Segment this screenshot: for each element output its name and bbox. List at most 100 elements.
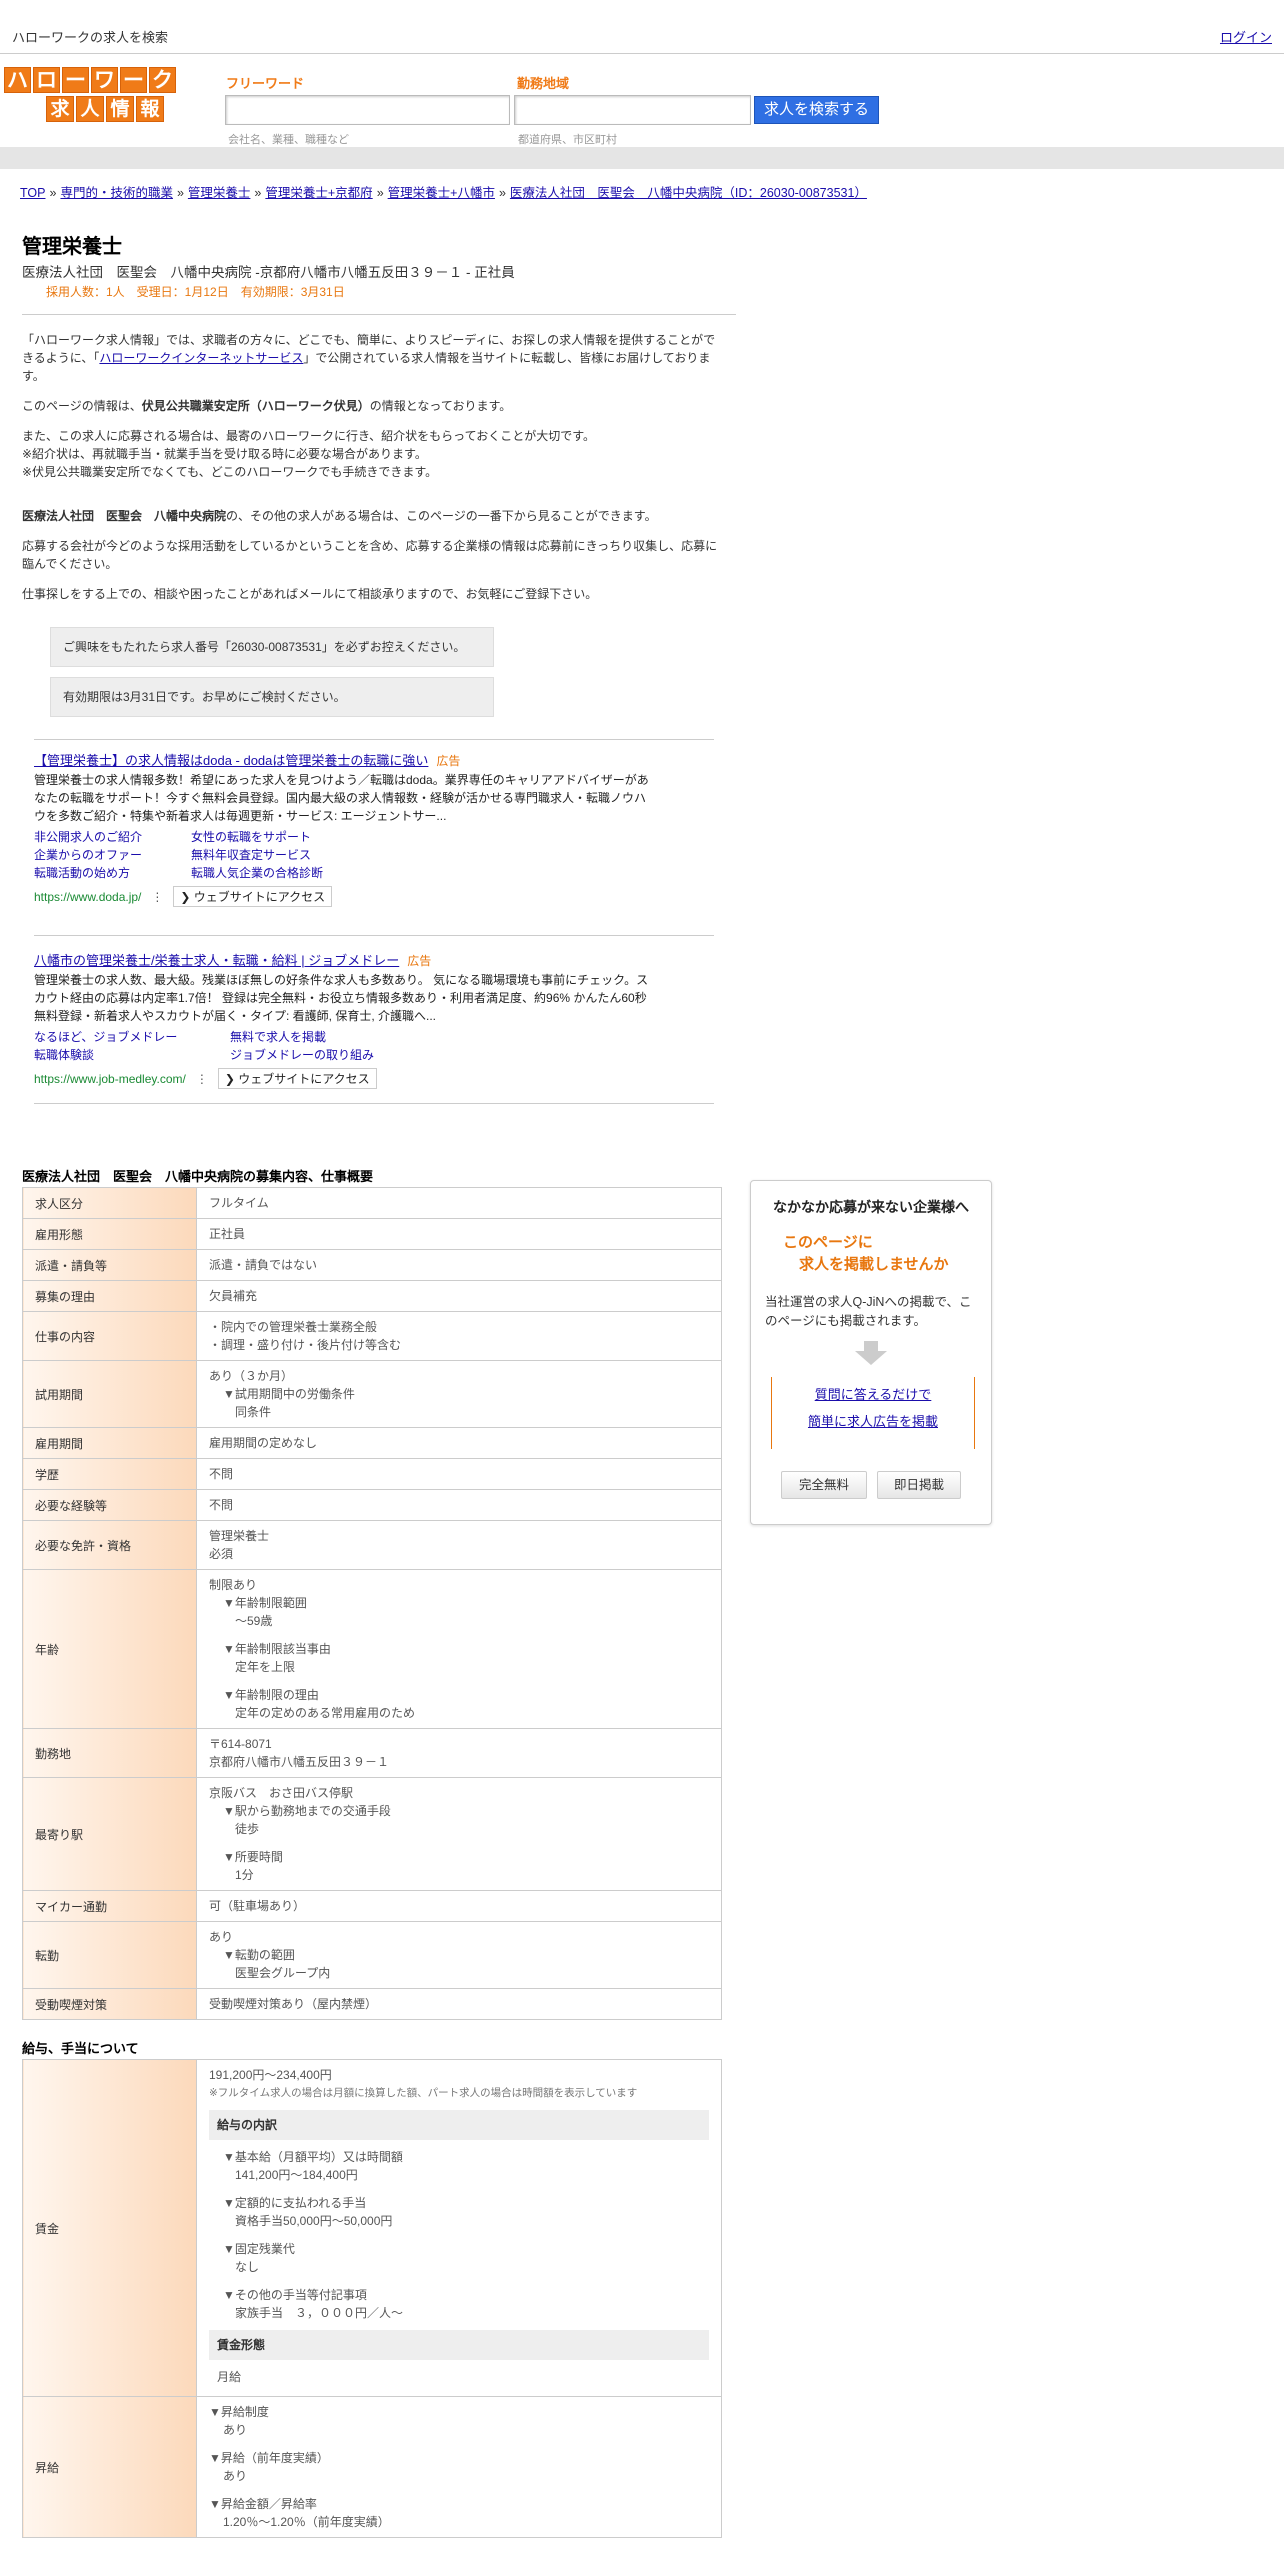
ad-url[interactable]: https://www.job-medley.com/ <box>34 1072 186 1086</box>
sidebox-description: 当社運営の求人Q-JiNへの掲載で、このページにも掲載されます。 <box>765 1295 972 1328</box>
value-line: 1分 <box>235 1868 254 1882</box>
row-label: 受動喫煙対策 <box>22 1988 197 2020</box>
row-label: 雇用形態 <box>22 1218 197 1250</box>
wage-form-value: 月給 <box>217 2370 242 2384</box>
value-line: ▼昇給制度 <box>209 2405 269 2419</box>
freeword-label: フリーワード <box>226 76 305 91</box>
ad-sitelink[interactable]: 転職人気企業の合格診断 <box>191 864 391 882</box>
breadcrumb-occupation[interactable]: 管理栄養士 <box>188 186 251 200</box>
wage-form-title: 賃金形態 <box>209 2330 709 2360</box>
ad-sitelink[interactable]: 非公開求人のご紹介 <box>34 828 191 846</box>
visit-website-button[interactable]: ❯ ウェブサイトにアクセス <box>173 886 333 907</box>
value-line: ▼試用期間中の労働条件 <box>223 1387 355 1401</box>
value-line: 管理栄養士 <box>209 1529 270 1543</box>
post-ad-link[interactable]: 簡単に求人広告を掲載 <box>772 1408 974 1435</box>
job-meta: 採用人数：1人 受理日：1月12日 有効期限：3月31日 <box>22 283 736 315</box>
value-line: ▼基本給（月額平均）又は時間額 <box>223 2150 403 2164</box>
value-line: 〜59歳 <box>235 1614 273 1628</box>
table-row: 雇用期間 雇用期間の定めなし <box>22 1427 722 1459</box>
ad-title-link[interactable]: 【管理栄養士】の求人情報はdoda - dodaは管理栄養士の転職に強い <box>34 753 428 768</box>
search-button[interactable]: 求人を検索する <box>754 96 879 124</box>
login-link[interactable]: ログイン <box>1220 27 1272 46</box>
sidebox-links: 質問に答えるだけで 簡単に求人広告を掲載 <box>771 1377 975 1449</box>
table-row: 派遣・請負等 派遣・請負ではない <box>22 1249 722 1281</box>
breadcrumb-category[interactable]: 専門的・技術的職業 <box>60 186 173 200</box>
answer-questions-link[interactable]: 質問に答えるだけで <box>772 1377 974 1408</box>
same-day-button[interactable]: 即日掲載 <box>877 1471 961 1499</box>
value-line: ▼その他の手当等付記事項 <box>223 2288 367 2302</box>
ad-url[interactable]: https://www.doda.jp/ <box>34 890 141 904</box>
ad-block: 【管理栄養士】の求人情報はdoda - dodaは管理栄養士の転職に強い 広告 管… <box>34 739 714 921</box>
value-line: 1.20％〜1.20％（前年度実績） <box>223 2515 390 2529</box>
row-label: 雇用期間 <box>22 1427 197 1459</box>
ad-sitelink[interactable]: なるほど、ジョブメドレー <box>34 1028 230 1046</box>
row-label: 賃金 <box>22 2059 197 2397</box>
breadcrumb-prefecture[interactable]: 管理栄養士+京都府 <box>265 186 372 200</box>
breadcrumb-current[interactable]: 医療法人社団 医聖会 八幡中央病院（ID：26030-00873531） <box>510 186 867 200</box>
table-row: 勤務地 〒614-8071 京都府八幡市八幡五反田３９－１ <box>22 1728 722 1778</box>
logo-char: 情 <box>106 96 134 122</box>
row-label: 昇給 <box>22 2396 197 2538</box>
job-company: 医療法人社団 医聖会 八幡中央病院 -京都府八幡市八幡五反田３９－１ - 正社員 <box>22 265 515 280</box>
area-input[interactable] <box>514 95 751 125</box>
ad-sitelink[interactable]: 転職活動の始め方 <box>34 864 191 882</box>
ad-block: 八幡市の管理栄養士/栄養士求人・転職・給料 | ジョブメドレー 広告 管理栄養士の… <box>34 935 714 1103</box>
table-row: 試用期間 あり（３か月） ▼試用期間中の労働条件 同条件 <box>22 1360 722 1428</box>
job-overview-table: 求人区分 フルタイム 雇用形態 正社員 派遣・請負等 派遣・請負ではない 募集の理由欠… <box>22 1187 722 2020</box>
breadcrumb-top[interactable]: TOP <box>20 186 45 200</box>
row-label: 学歴 <box>22 1458 197 1490</box>
main-content: 管理栄養士 医療法人社団 医聖会 八幡中央病院 -京都府八幡市八幡五反田３９－１… <box>22 230 736 2538</box>
ad-tag: 広告 <box>436 754 461 768</box>
row-value: 管理栄養士 必須 <box>196 1520 722 1570</box>
company-name-bold: 医療法人社団 医聖会 八幡中央病院 <box>22 509 227 523</box>
visit-website-button[interactable]: ❯ ウェブサイトにアクセス <box>217 1068 377 1089</box>
hellowork-logo[interactable]: ハ ロ ー ワ ー ク 求 人 情 報 <box>4 67 180 125</box>
section-job-overview-title: 医療法人社団 医聖会 八幡中央病院の募集内容、仕事概要 <box>22 1169 374 1184</box>
table-row: 学歴 不問 <box>22 1458 722 1490</box>
value-line: 制限あり <box>209 1578 258 1592</box>
value-line: ▼年齢制限の理由 <box>223 1688 319 1702</box>
ad-sitelink[interactable]: 無料で求人を掲載 <box>230 1028 430 1046</box>
advertise-sidebox: なかなか応募が来ない企業様へ このページに 求人を掲載しませんか 当社運営の求人… <box>750 1180 992 1525</box>
row-label: 仕事の内容 <box>22 1311 197 1361</box>
row-value: 京阪バス おさ田バス停駅 ▼駅から勤務地までの交通手段 徒歩 ▼所要時間 1分 <box>196 1777 722 1891</box>
row-value: 191,200円〜234,400円 ※フルタイム求人の場合は月額に換算した額、パ… <box>196 2059 722 2397</box>
more-options-icon[interactable]: ⋮ <box>151 890 163 904</box>
freeword-input[interactable] <box>225 95 510 125</box>
value-line: ▼昇給金額／昇給率 <box>209 2497 317 2511</box>
value-line: ▼駅から勤務地までの交通手段 <box>223 1804 391 1818</box>
free-button[interactable]: 完全無料 <box>781 1471 867 1499</box>
value-line: あり <box>223 2469 248 2483</box>
logo-char: ハ <box>4 67 31 93</box>
ad-sitelink[interactable]: 転職体験談 <box>34 1046 230 1064</box>
header-divider <box>0 147 1284 169</box>
breadcrumb-city[interactable]: 管理栄養士+八幡市 <box>388 186 495 200</box>
table-row: 求人区分 フルタイム <box>22 1187 722 1219</box>
ad-sitelinks: なるほど、ジョブメドレー 無料で求人を掲載 転職体験談 ジョブメドレーの取り組み <box>34 1028 714 1064</box>
row-value: 受動喫煙対策あり（屋内禁煙） <box>196 1988 722 2020</box>
site-title: ハローワークの求人を検索 <box>12 30 169 45</box>
table-row: 募集の理由 欠員補充 <box>22 1280 722 1312</box>
ad-sitelink[interactable]: 企業からのオファー <box>34 846 191 864</box>
ad-title-link[interactable]: 八幡市の管理栄養士/栄養士求人・転職・給料 | ジョブメドレー <box>34 953 399 968</box>
row-value: ▼昇給制度 あり ▼昇給（前年度実績） あり ▼昇給金額／昇給率 1.20％〜1… <box>196 2396 722 2538</box>
row-label: 転勤 <box>22 1921 197 1989</box>
intro-text-2: このページの情報は、 <box>22 399 142 413</box>
hellowork-internet-link[interactable]: ハローワークインターネットサービス <box>99 351 303 365</box>
logo-char: ロ <box>33 67 60 93</box>
ad-sitelink[interactable]: 女性の転職をサポート <box>191 828 391 846</box>
more-options-icon[interactable]: ⋮ <box>196 1072 208 1086</box>
row-value: あり（３か月） ▼試用期間中の労働条件 同条件 <box>196 1360 722 1428</box>
ad-sitelink[interactable]: ジョブメドレーの取り組み <box>230 1046 430 1064</box>
row-label: 必要な経験等 <box>22 1489 197 1521</box>
note-deadline: 有効期限は3月31日です。お早めにご検討ください。 <box>50 677 494 717</box>
ad-sitelink[interactable]: 無料年収査定サービス <box>191 846 391 864</box>
value-line: ▼年齢制限該当事由 <box>223 1642 331 1656</box>
row-value: フルタイム <box>196 1187 722 1219</box>
row-label: 勤務地 <box>22 1728 197 1778</box>
table-row: 転勤 あり ▼転勤の範囲 医聖会グループ内 <box>22 1921 722 1989</box>
row-value: 制限あり ▼年齢制限範囲 〜59歳 ▼年齢制限該当事由 定年を上限 ▼年齢制限の理由 定年の… <box>196 1569 722 1729</box>
value-line: ▼所要時間 <box>223 1850 283 1864</box>
table-row: 賃金 191,200円〜234,400円 ※フルタイム求人の場合は月額に換算した… <box>22 2059 722 2397</box>
intro-text-8: 仕事探しをする上での、相談や困ったことがあればメールにて相談承りますので、お気軽… <box>22 587 598 601</box>
